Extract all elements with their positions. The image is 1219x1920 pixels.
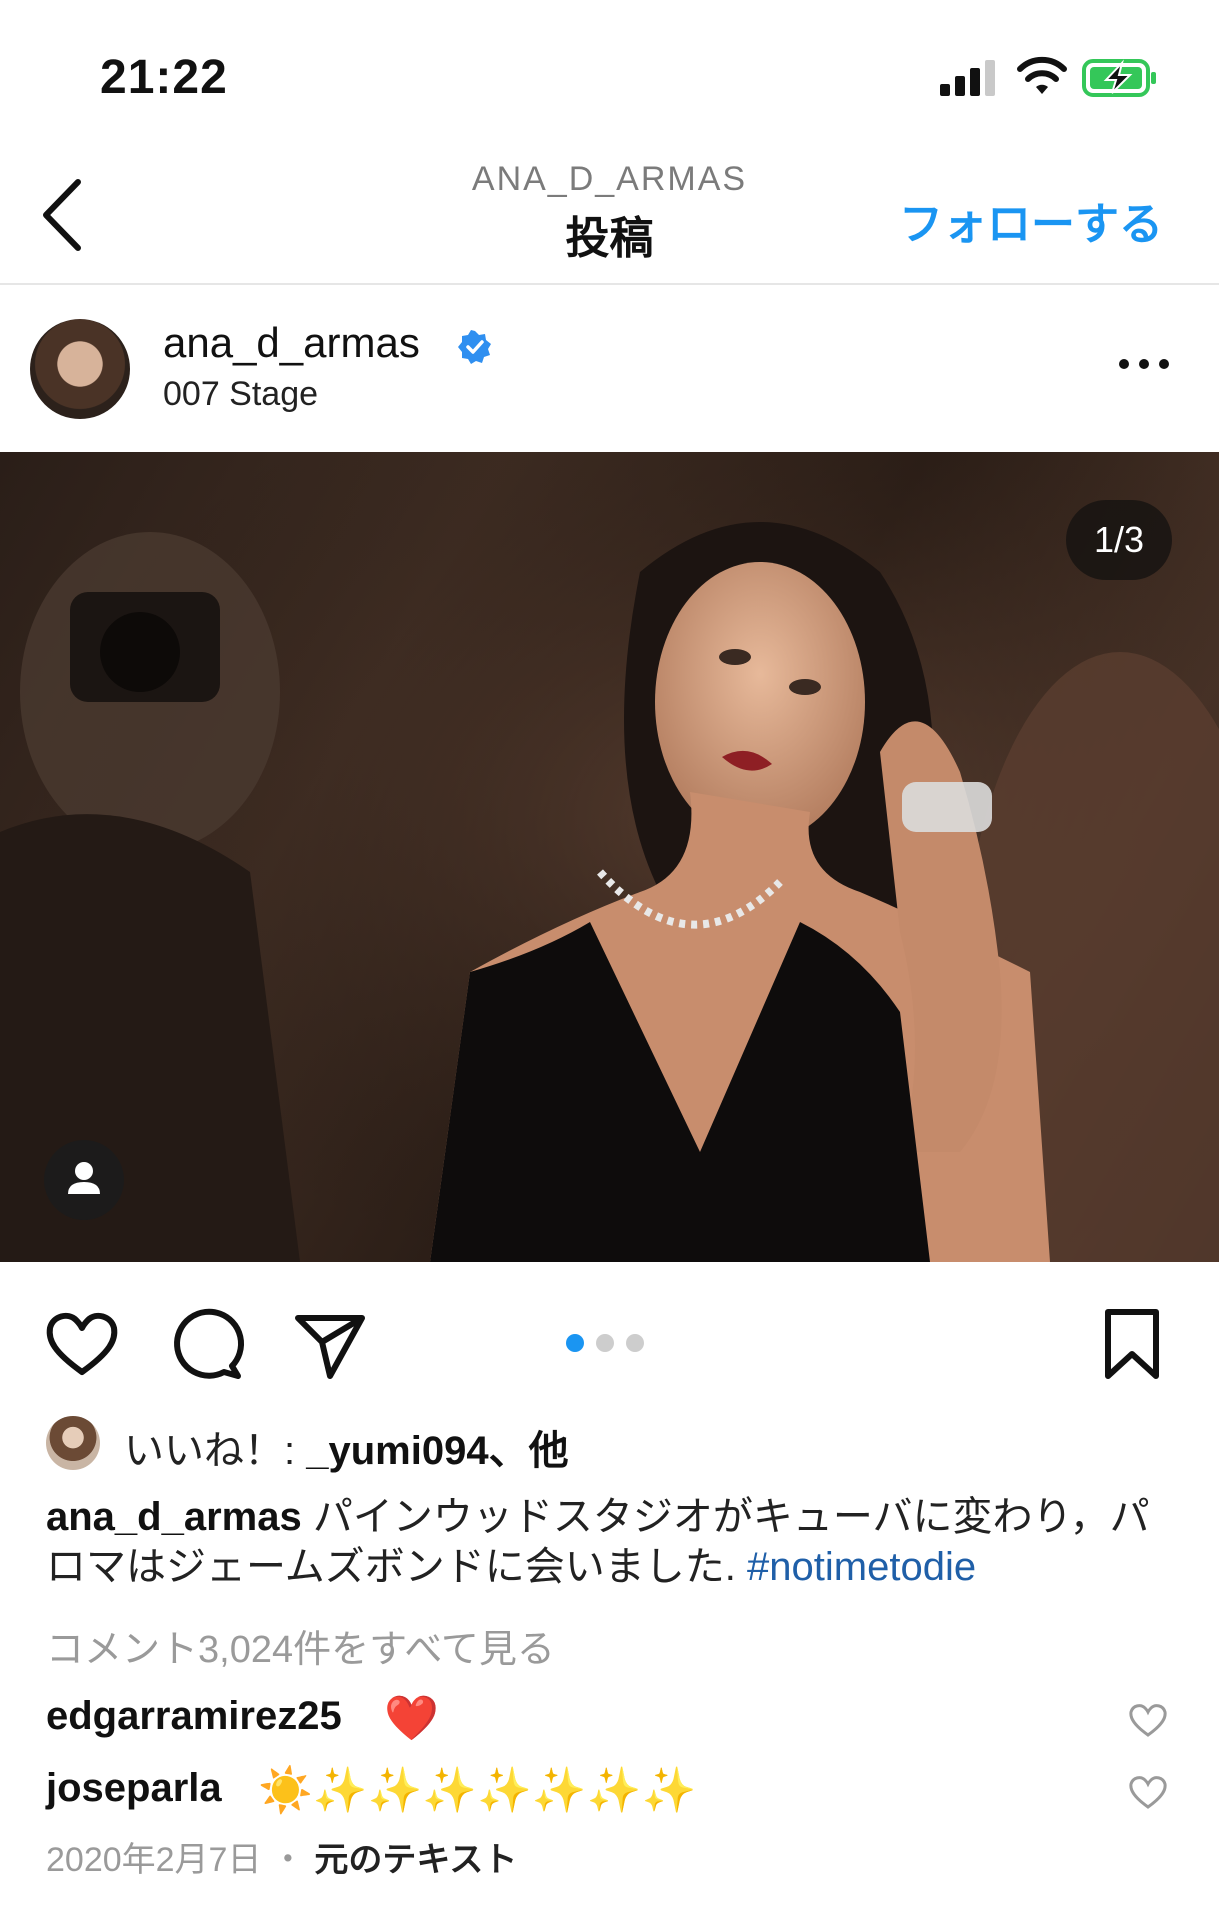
carousel-dot <box>566 1334 584 1352</box>
post-photo[interactable]: 1/3 <box>0 452 1219 1262</box>
likes-user[interactable]: _yumi094 <box>306 1429 488 1473</box>
battery-charging-icon <box>1082 59 1156 97</box>
tagged-users-button[interactable] <box>44 1140 124 1220</box>
carousel-dot <box>596 1334 614 1352</box>
liker-avatar <box>46 1416 100 1470</box>
follow-button[interactable]: フォローする <box>899 188 1163 252</box>
cellular-signal-icon <box>940 60 996 96</box>
comment-username[interactable]: edgarramirez25 <box>46 1694 342 1739</box>
comment-row: edgarramirez25 ❤️ <box>46 1690 1176 1748</box>
status-bar: 21:22 <box>0 0 1219 140</box>
more-options-button[interactable] <box>1119 359 1169 373</box>
likes-row[interactable]: いいね！: _yumi094、他 <box>46 1412 1166 1473</box>
like-heart-icon[interactable] <box>42 1304 122 1384</box>
see-original-link[interactable]: 元のテキスト <box>314 1841 517 1879</box>
likes-prefix: いいね！: <box>124 1429 307 1473</box>
carousel-counter: 1/3 <box>1066 500 1172 580</box>
wifi-icon <box>1017 56 1067 94</box>
comment-row: joseparla ☀️✨✨✨✨✨✨✨ <box>46 1762 1176 1820</box>
footer-separator: ・ <box>261 1841 315 1879</box>
share-icon[interactable] <box>290 1304 370 1384</box>
comment-like-heart-icon[interactable] <box>1128 1702 1168 1738</box>
nav-header: ANA_D_ARMAS 投稿 フォローする <box>0 140 1219 285</box>
post-caption: ana_d_armas パインウッドスタジオがキューバに変わり，パロマはジェーム… <box>46 1492 1176 1592</box>
caption-hashtag[interactable]: #notimetodie <box>747 1545 976 1589</box>
likes-text: いいね！: _yumi094、他 <box>124 1418 569 1476</box>
action-bar <box>0 1262 1219 1402</box>
bookmark-icon[interactable] <box>1092 1304 1172 1384</box>
comment-text: ☀️✨✨✨✨✨✨✨ <box>258 1766 697 1815</box>
post-date: 2020年2月7日 <box>46 1841 262 1879</box>
user-icon <box>68 1162 100 1194</box>
comment-like-heart-icon[interactable] <box>1128 1774 1168 1810</box>
carousel-indicator <box>566 1334 656 1354</box>
comment-username[interactable]: joseparla <box>46 1766 222 1811</box>
post-header: ana_d_armas 007 Stage <box>0 287 1219 452</box>
caption-username[interactable]: ana_d_armas <box>46 1495 302 1539</box>
carousel-dot <box>626 1334 644 1352</box>
comment-text: ❤️ <box>384 1694 439 1743</box>
comment-icon[interactable] <box>166 1304 246 1384</box>
verified-badge-icon <box>458 330 491 364</box>
view-all-comments-link[interactable]: コメント3,024件をすべて見る <box>46 1618 555 1673</box>
status-time: 21:22 <box>100 51 228 104</box>
post-username[interactable]: ana_d_armas <box>163 319 420 367</box>
photo-illustration <box>0 452 1219 1262</box>
post-footer: 2020年2月7日 ・ 元のテキスト <box>46 1832 517 1881</box>
likes-suffix[interactable]: 、他 <box>489 1429 569 1473</box>
avatar[interactable] <box>30 319 130 419</box>
post-location[interactable]: 007 Stage <box>163 375 318 414</box>
